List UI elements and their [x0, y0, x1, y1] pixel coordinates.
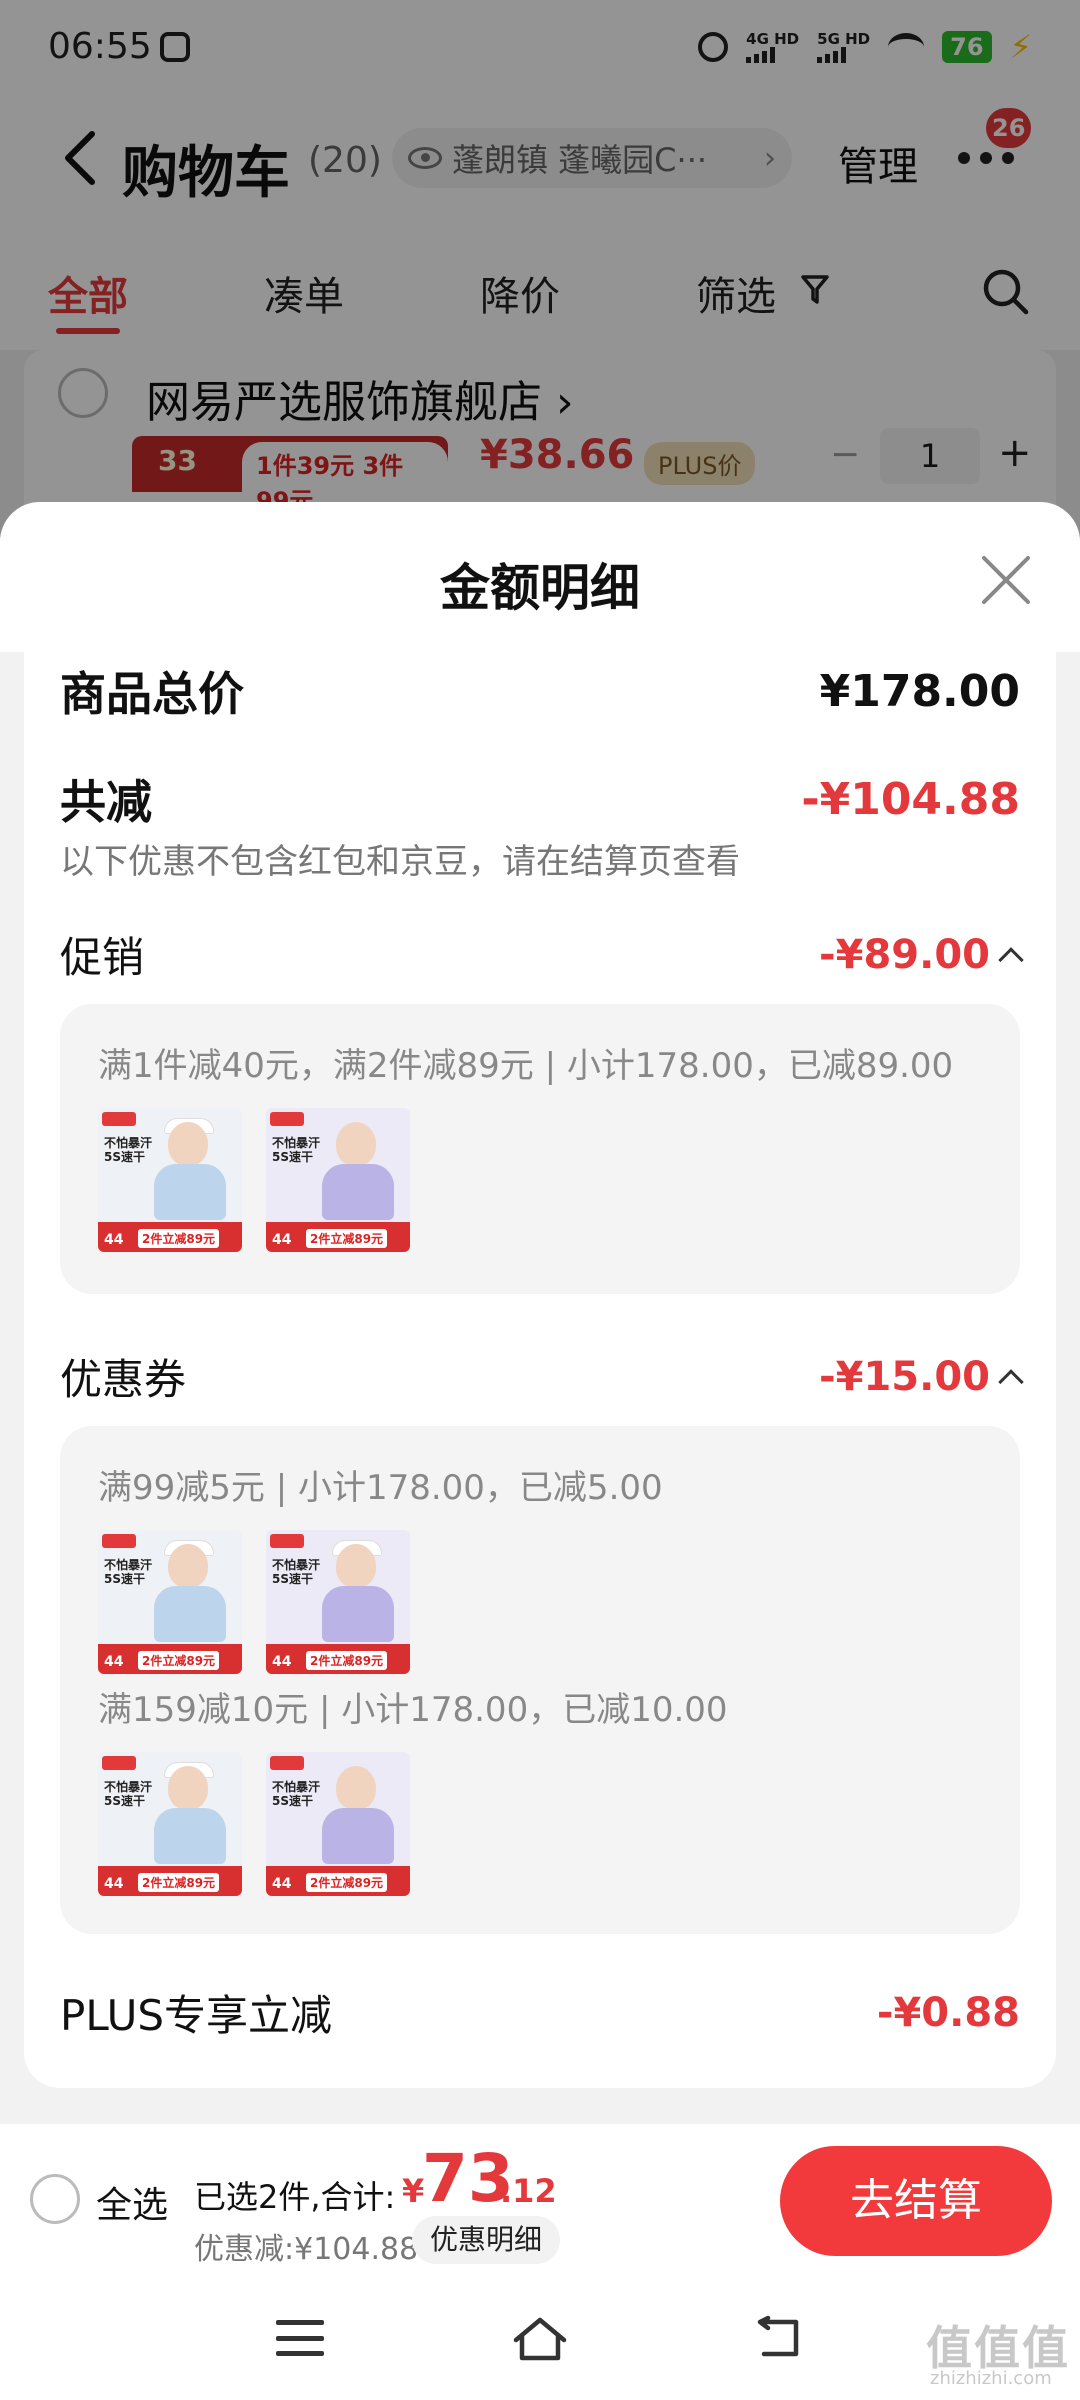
product-thumbnail[interactable]: 不怕暴汗 5S速干 44 2件立减89元: [98, 1530, 242, 1674]
coupon-detail-text-2: 满159减10元 | 小计178.00，已减10.00: [98, 1690, 728, 1730]
product-thumbnail[interactable]: 不怕暴汗 5S速干 44 2件立减89元: [98, 1108, 242, 1252]
discount-detail-button[interactable]: 优惠明细: [412, 2216, 561, 2264]
plus-discount-label: PLUS专享立减: [60, 1991, 333, 2040]
product-thumbnail[interactable]: 不怕暴汗 5S速干 44 2件立减89元: [98, 1752, 242, 1896]
coupon-detail: 满99减5元 | 小计178.00，已减5.00 不怕暴汗 5S速干 44 2件立…: [60, 1426, 1020, 1934]
product-thumbnail[interactable]: 不怕暴汗 5S速干 44 2件立减89元: [266, 1530, 410, 1674]
sheet-title: 金额明细: [440, 559, 640, 617]
coupon-value: -¥15.00: [819, 1354, 1024, 1400]
promotion-detail: 满1件减40元，满2件减89元 | 小计178.00，已减89.00 不怕暴汗 …: [60, 1004, 1020, 1294]
promotion-value: -¥89.00: [819, 932, 1024, 978]
checkout-bar: 全选 已选2件,合计: ¥ 73 .12 优惠减:¥104.88 优惠明细 去结…: [0, 2124, 1080, 2274]
total-reduce-row: 共减 -¥104.88: [60, 766, 1020, 832]
product-thumbnail[interactable]: 不怕暴汗 5S速干 44 2件立减89元: [266, 1108, 410, 1252]
discount-note: 以下优惠不包含红包和京豆，请在结算页查看: [60, 842, 740, 882]
promotion-detail-text: 满1件减40元，满2件减89元 | 小计178.00，已减89.00: [98, 1046, 954, 1086]
watermark-url: zhizhizhi.com: [930, 2368, 1052, 2389]
home-icon[interactable]: [510, 2314, 570, 2364]
product-thumbnail[interactable]: 不怕暴汗 5S速干 44 2件立减89元: [266, 1752, 410, 1896]
close-icon[interactable]: [978, 552, 1034, 608]
total-price-row: 商品总价 ¥178.00: [60, 658, 1020, 724]
total-reduce-label: 共减: [60, 775, 152, 829]
promotion-row[interactable]: 促销 -¥89.00: [60, 924, 1024, 985]
chevron-up-icon: [998, 946, 1024, 973]
coupon-label: 优惠券: [60, 1355, 187, 1404]
total-reduce-value: -¥104.88: [801, 773, 1020, 825]
detail-card: 商品总价 ¥178.00 共减 -¥104.88 以下优惠不包含红包和京豆，请在…: [24, 652, 1056, 2088]
system-nav-bar: [0, 2274, 1080, 2400]
select-all-checkbox[interactable]: [30, 2174, 80, 2224]
coupon-detail-text-1: 满99减5元 | 小计178.00，已减5.00: [98, 1468, 663, 1508]
total-currency: ¥: [402, 2172, 425, 2210]
total-price-label: 商品总价: [60, 667, 244, 721]
discount-amount-text: 优惠减:¥104.88: [194, 2232, 419, 2267]
plus-discount-value: -¥0.88: [876, 1989, 1020, 2036]
chevron-up-icon: [998, 1368, 1024, 1395]
total-price-value: ¥178.00: [819, 665, 1020, 717]
price-detail-sheet: 金额明细 商品总价 ¥178.00 共减 -¥104.88 以下优惠不包含红包和…: [0, 502, 1080, 2400]
sheet-header: 金额明细: [0, 502, 1080, 652]
back-icon[interactable]: [752, 2314, 806, 2362]
plus-discount-row: PLUS专享立减 -¥0.88: [60, 1982, 1020, 2043]
select-all-label[interactable]: 全选: [96, 2176, 168, 2228]
selected-count-text: 已选2件,合计:: [194, 2178, 396, 2216]
total-amount-decimal: .12: [500, 2172, 557, 2210]
coupon-row[interactable]: 优惠券 -¥15.00: [60, 1346, 1024, 1407]
menu-icon[interactable]: [276, 2320, 324, 2356]
checkout-button[interactable]: 去结算: [780, 2146, 1052, 2256]
promotion-label: 促销: [60, 933, 145, 982]
